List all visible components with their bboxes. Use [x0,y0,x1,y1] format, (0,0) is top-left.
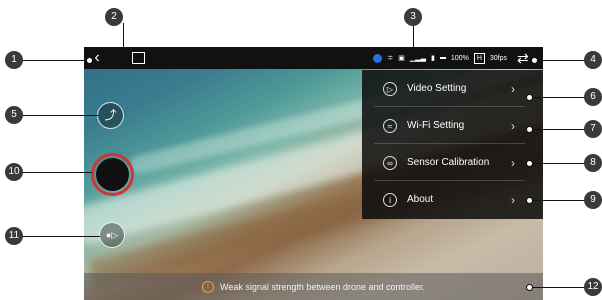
callout-8: 8 [584,154,602,172]
menu-item-label: About [407,194,434,205]
callout-12: 12 [584,278,602,296]
chevron-right-icon: › [511,155,515,170]
resolution-badge: H [473,52,485,64]
menu-item-wifi-setting[interactable]: ≈ Wi-Fi Setting › [362,107,543,144]
warning-icon: ! [202,280,215,293]
callout-line [530,97,585,98]
video-setting-icon: ▷ [383,81,397,96]
callout-1: 1 [5,51,23,69]
callout-5: 5 [5,106,23,124]
lock-icon [373,53,383,63]
callout-dot [526,284,533,291]
warning-text: Weak signal strength between drone and c… [220,281,425,292]
callout-dot [531,57,538,64]
callout-line [530,287,585,288]
callout-11: 11 [5,227,23,245]
callout-line [20,115,98,116]
gallery-icon[interactable] [132,52,145,64]
follow-mode-button[interactable]: ⤴ [97,102,124,129]
callout-dot [86,57,93,64]
menu-item-label: Wi-Fi Setting [407,120,465,131]
callout-line [413,23,414,49]
shutter-button[interactable] [96,158,129,191]
info-icon: i [383,192,397,207]
callout-line [530,129,585,130]
battery-percent: 100% [450,54,469,62]
controller-icon: ▣ [398,55,405,62]
menu-item-video-setting[interactable]: ▷ Video Setting › [362,70,543,107]
fps-label: 30fps [489,54,507,62]
callout-6: 6 [584,88,602,106]
callout-10: 10 [5,163,23,181]
sd-card-icon: ▮ [431,55,435,62]
callout-line [530,200,585,201]
callout-dot [526,197,533,204]
callout-line [20,60,88,61]
callout-2: 2 [105,8,123,26]
callout-dot [526,160,533,167]
sensor-calibration-icon: ∞ [383,155,397,170]
chevron-right-icon: › [511,118,515,133]
menu-item-about[interactable]: i About › [362,181,543,218]
callout-7: 7 [584,120,602,138]
callout-line [20,172,92,173]
callout-9: 9 [584,191,602,209]
callout-dot [526,126,533,133]
menu-item-label: Sensor Calibration [407,157,490,168]
settings-menu: ▷ Video Setting › ≈ Wi-Fi Setting › ∞ Se… [362,70,543,219]
callout-3: 3 [404,8,422,26]
chevron-right-icon: › [511,81,515,96]
chevron-right-icon: › [511,192,515,207]
wifi-strength-icon: ▁▂▃ [409,55,427,62]
record-mode-button[interactable]: ●▷ [99,222,125,248]
callout-4: 4 [584,51,602,69]
menu-item-label: Video Setting [407,83,467,94]
warning-bar: ! Weak signal strength between drone and… [84,273,543,300]
menu-item-sensor-calibration[interactable]: ∞ Sensor Calibration › [362,144,543,181]
battery-icon [439,57,446,59]
wifi-icon: ≈ [383,118,397,133]
callout-line [535,60,585,61]
callout-line [20,236,100,237]
signal-icon: ≑ [387,55,394,62]
status-indicators: ≑ ▣ ▁▂▃ ▮ 100% H 30fps [373,51,507,65]
callout-line [530,163,585,164]
callout-line [123,23,124,49]
callout-dot [526,94,533,101]
top-bar: ‹ ≑ ▣ ▁▂▃ ▮ 100% H 30fps ⇄ [84,47,543,69]
